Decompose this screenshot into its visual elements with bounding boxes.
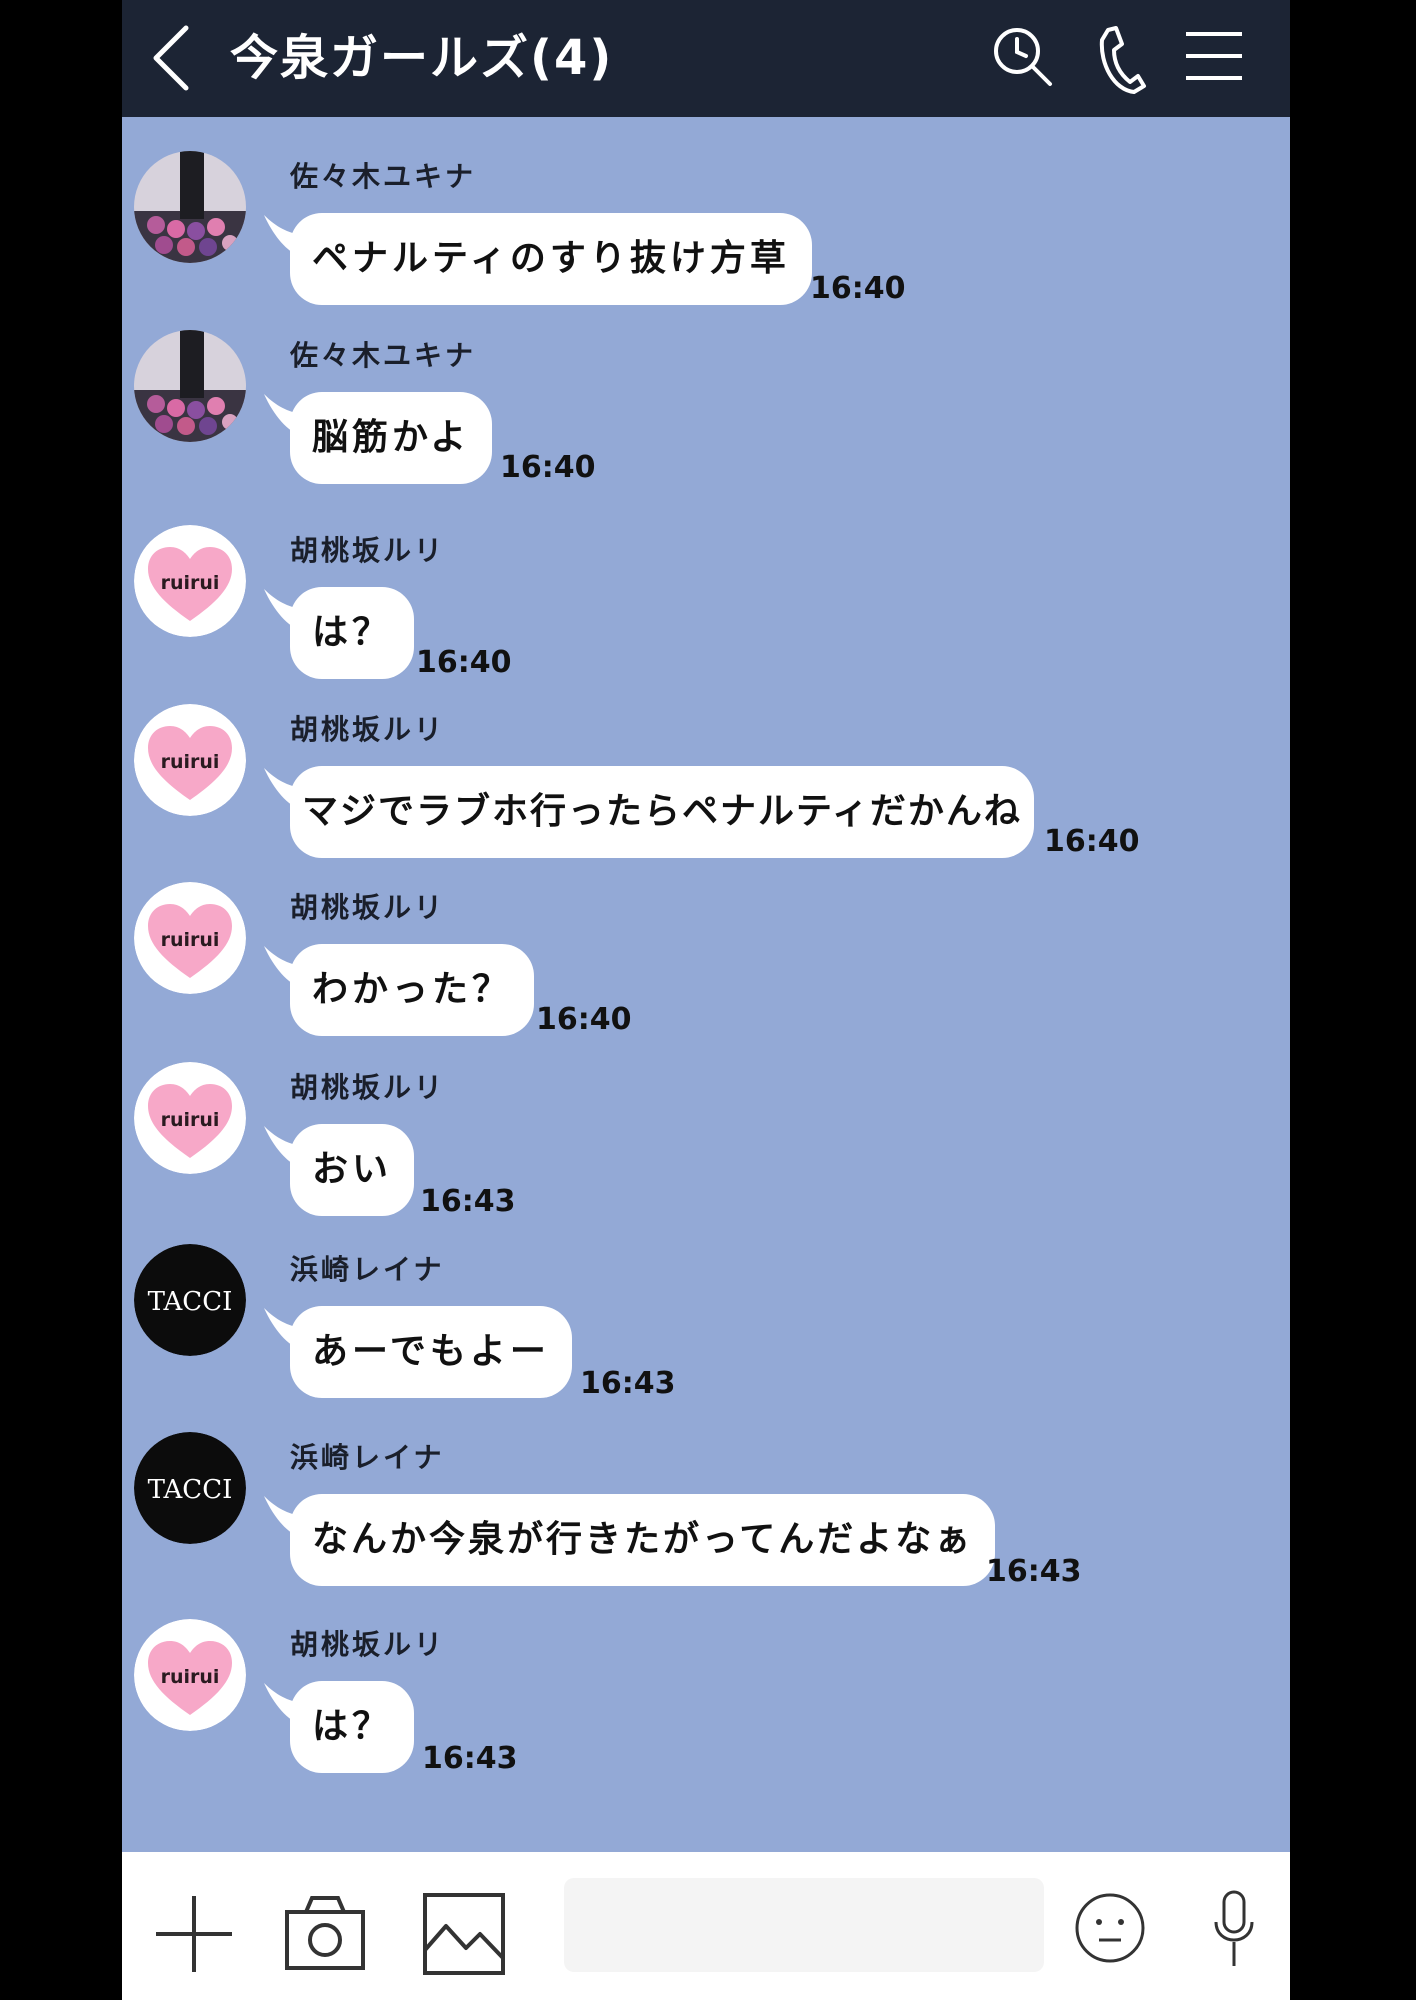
camera-button[interactable] xyxy=(284,1894,366,1972)
message-item: ruirui 胡桃坂ルリ は？ 16:40 xyxy=(122,491,1290,680)
message-bubble[interactable]: マジでラブホ行ったらペナルティだかんね xyxy=(290,766,1034,858)
avatar-reina[interactable]: TACCI xyxy=(134,1432,246,1544)
chevron-left-icon xyxy=(153,25,189,91)
avatar-ruri[interactable]: ruirui xyxy=(134,882,246,994)
heart-avatar-icon: ruirui xyxy=(134,882,246,994)
ruirui-label: ruirui xyxy=(161,1109,220,1131)
menu-icon xyxy=(1186,32,1242,80)
ruirui-label: ruirui xyxy=(161,572,220,594)
call-button[interactable] xyxy=(1092,24,1148,94)
message-bubble[interactable]: ペナルティのすり抜け方草 xyxy=(290,213,812,305)
message-item: ruirui 胡桃坂ルリ わかった？ 16:40 xyxy=(122,848,1290,1037)
search-button[interactable] xyxy=(990,24,1056,90)
ruirui-label: ruirui xyxy=(161,929,220,951)
image-button[interactable] xyxy=(422,1892,506,1976)
sender-name: 胡桃坂ルリ xyxy=(290,891,446,924)
ruirui-label: ruirui xyxy=(161,751,220,773)
chat-screen: 今泉ガールズ(4) 佐々木ユキナ ペナルティのすり抜け方草 16:40 佐々木ユ… xyxy=(122,0,1290,2000)
sender-name: 浜崎レイナ xyxy=(290,1253,445,1286)
message-item: 佐々木ユキナ 脳筋かよ 16:40 xyxy=(122,296,1290,485)
sender-name: 佐々木ユキナ xyxy=(290,160,477,193)
menu-button[interactable] xyxy=(1184,28,1244,84)
message-bubble[interactable]: あーでもよー xyxy=(290,1306,572,1398)
message-item: 佐々木ユキナ ペナルティのすり抜け方草 16:40 xyxy=(122,117,1290,306)
sender-name: 浜崎レイナ xyxy=(290,1441,445,1474)
makeup-palette-avatar-icon xyxy=(134,151,246,263)
ruirui-label: ruirui xyxy=(161,1666,220,1688)
tacci-label: TACCI xyxy=(148,1475,233,1505)
message-bubble[interactable]: は？ xyxy=(290,1681,415,1773)
search-icon xyxy=(994,28,1052,86)
heart-avatar-icon: ruirui xyxy=(134,1062,246,1174)
avatar-ruri[interactable]: ruirui xyxy=(134,525,246,637)
heart-avatar-icon: ruirui xyxy=(134,525,246,637)
chat-header: 今泉ガールズ(4) xyxy=(122,0,1290,117)
makeup-palette-avatar-icon xyxy=(134,330,246,442)
tacci-logo-avatar-icon: TACCI xyxy=(134,1244,246,1356)
heart-avatar-icon: ruirui xyxy=(134,704,246,816)
avatar-yukina[interactable] xyxy=(134,330,246,442)
microphone-button[interactable] xyxy=(1212,1890,1256,1968)
sender-name: 胡桃坂ルリ xyxy=(290,1071,446,1104)
message-list[interactable]: 佐々木ユキナ ペナルティのすり抜け方草 16:40 佐々木ユキナ 脳筋かよ 16… xyxy=(122,117,1290,1852)
message-input[interactable] xyxy=(564,1878,1044,1972)
back-button[interactable] xyxy=(142,20,212,96)
avatar-ruri[interactable]: ruirui xyxy=(134,704,246,816)
microphone-icon xyxy=(1214,1890,1254,1966)
message-bubble[interactable]: わかった？ xyxy=(290,944,535,1036)
avatar-ruri[interactable]: ruirui xyxy=(134,1619,246,1731)
avatar-ruri[interactable]: ruirui xyxy=(134,1062,246,1174)
message-bubble[interactable]: おい xyxy=(290,1124,415,1216)
image-icon xyxy=(423,1893,505,1975)
message-item: ruirui 胡桃坂ルリ おい 16:43 xyxy=(122,1028,1290,1219)
message-item: TACCI 浜崎レイナ あーでもよー 16:43 xyxy=(122,1210,1290,1401)
message-item: TACCI 浜崎レイナ なんか今泉が行きたがってんだよなぁ 16:43 xyxy=(122,1398,1290,1589)
message-bubble[interactable]: なんか今泉が行きたがってんだよなぁ xyxy=(290,1494,996,1586)
chat-title: 今泉ガールズ(4) xyxy=(230,30,614,86)
emoji-button[interactable] xyxy=(1074,1892,1146,1964)
phone-icon xyxy=(1099,26,1146,94)
input-bar xyxy=(122,1852,1290,2000)
sender-name: 胡桃坂ルリ xyxy=(290,1628,446,1661)
message-time: 16:40 xyxy=(500,450,596,485)
tacci-logo-avatar-icon: TACCI xyxy=(134,1432,246,1544)
message-item: ruirui 胡桃坂ルリ マジでラブホ行ったらペナルティだかんね 16:40 xyxy=(122,670,1290,859)
avatar-reina[interactable]: TACCI xyxy=(134,1244,246,1356)
sender-name: 胡桃坂ルリ xyxy=(290,713,446,746)
message-time: 16:43 xyxy=(422,1741,518,1776)
emoji-icon xyxy=(1075,1893,1145,1963)
plus-icon xyxy=(156,1896,232,1972)
tacci-label: TACCI xyxy=(148,1287,233,1317)
camera-icon xyxy=(285,1896,365,1970)
heart-avatar-icon: ruirui xyxy=(134,1619,246,1731)
sender-name: 佐々木ユキナ xyxy=(290,339,477,372)
add-button[interactable] xyxy=(154,1894,234,1974)
message-bubble[interactable]: 脳筋かよ xyxy=(290,392,493,484)
message-bubble[interactable]: は？ xyxy=(290,587,415,679)
avatar-yukina[interactable] xyxy=(134,151,246,263)
message-item: ruirui 胡桃坂ルリ は？ 16:43 xyxy=(122,1585,1290,1776)
sender-name: 胡桃坂ルリ xyxy=(290,534,446,567)
